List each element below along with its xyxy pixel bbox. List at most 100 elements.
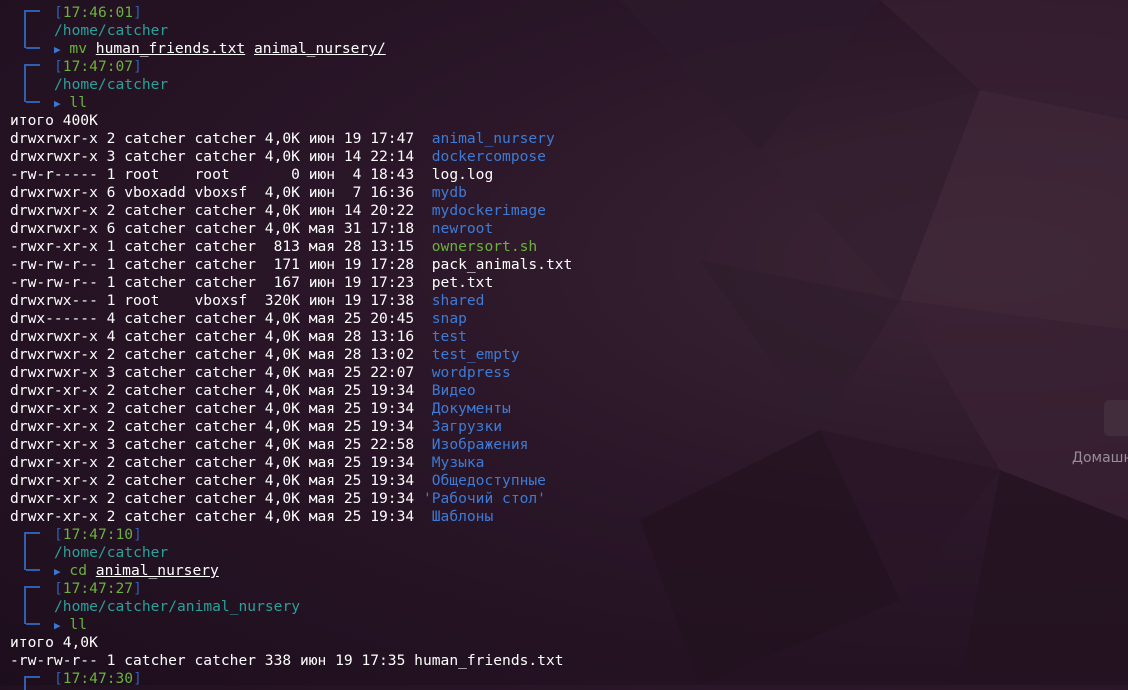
prompt-arrow-icon: ▶: [54, 619, 61, 632]
listing-row: -rwxr-xr-x 1 catcher catcher 813 мая 28 …: [10, 238, 1128, 256]
listing-row: drwxrwx--- 1 root vboxsf 320K июн 19 17:…: [10, 292, 1128, 310]
listing-row: drwxr-xr-x 2 catcher catcher 4,0K мая 25…: [10, 490, 1128, 508]
command: ll: [69, 616, 87, 633]
file-meta: -rw-rw-r-- 1 catcher catcher 338 июн 19 …: [10, 652, 415, 669]
directory-name: snap: [431, 310, 467, 327]
file-meta: drwxr-xr-x 3 catcher catcher 4,0K мая 25…: [10, 436, 432, 453]
directory-listing: -rw-rw-r-- 1 catcher catcher 338 июн 19 …: [10, 652, 1128, 670]
directory-name: test_empty: [431, 346, 520, 363]
command-arg: animal_nursery: [95, 562, 219, 579]
prompt-time: 17:47:07: [62, 58, 134, 75]
directory-name: animal_nursery: [431, 130, 555, 147]
prompt-time-line: [17:47:10]: [10, 526, 1128, 546]
prompt-path-line: /home/catcher: [10, 22, 1128, 40]
directory-name: Изображения: [431, 436, 529, 453]
prompt-arrow-icon: ▶: [54, 43, 61, 56]
file-meta: drwxr-xr-x 2 catcher catcher 4,0K мая 25…: [10, 382, 432, 399]
listing-row: drwxr-xr-x 2 catcher catcher 4,0K мая 25…: [10, 400, 1128, 418]
directory-name: newroot: [431, 220, 494, 237]
command: cd: [69, 562, 87, 579]
directory-name: test: [431, 328, 467, 345]
file-name: log.log: [431, 166, 494, 183]
file-meta: drwxrwx--- 1 root vboxsf 320K июн 19 17:…: [10, 292, 432, 309]
command: mv: [69, 40, 87, 57]
file-meta: drwxr-xr-x 2 catcher catcher 4,0K мая 25…: [10, 454, 432, 471]
file-meta: drwxr-xr-x 2 catcher catcher 4,0K мая 25…: [10, 472, 432, 489]
listing-row: -rw-rw-r-- 1 catcher catcher 338 июн 19 …: [10, 652, 1128, 670]
prompt-time: 17:47:27: [62, 580, 134, 597]
file-meta: drwxr-xr-x 2 catcher catcher 4,0K мая 25…: [10, 508, 432, 525]
prompt-path: /home/catcher: [54, 76, 169, 93]
prompt-time: 17:46:01: [62, 4, 134, 21]
file-meta: -rw-rw-r-- 1 catcher catcher 171 июн 19 …: [10, 256, 432, 273]
terminal-output[interactable]: [17:46:01] /home/catcher ▶ mv human_frie…: [10, 4, 1128, 690]
file-meta: drwxr-xr-x 2 catcher catcher 4,0K мая 25…: [10, 400, 432, 417]
prompt-time-line: [17:47:30]: [10, 670, 1128, 690]
file-meta: drwxrwxr-x 3 catcher catcher 4,0K мая 25…: [10, 364, 432, 381]
listing-row: -rw-rw-r-- 1 catcher catcher 171 июн 19 …: [10, 256, 1128, 274]
prompt-command-line: ▶ cd animal_nursery: [10, 562, 1128, 580]
file-meta: -rwxr-xr-x 1 catcher catcher 813 мая 28 …: [10, 238, 432, 255]
listing-row: drwxr-xr-x 2 catcher catcher 4,0K мая 25…: [10, 508, 1128, 526]
listing-row: drwxr-xr-x 2 catcher catcher 4,0K мая 25…: [10, 382, 1128, 400]
file-meta: -rw-rw-r-- 1 catcher catcher 167 июн 19 …: [10, 274, 432, 291]
listing-row: drwxrwxr-x 3 catcher catcher 4,0K июн 14…: [10, 148, 1128, 166]
listing-total: итого 400K: [10, 112, 98, 129]
file-meta: drwxr-xr-x 2 catcher catcher 4,0K мая 25…: [10, 418, 432, 435]
file-meta: drwxr-xr-x 2 catcher catcher 4,0K мая 25…: [10, 490, 423, 507]
prompt-path-line: /home/catcher: [10, 544, 1128, 562]
file-name: pet.txt: [431, 274, 494, 291]
listing-row: drwxr-xr-x 2 catcher catcher 4,0K мая 25…: [10, 454, 1128, 472]
file-meta: drwxrwxr-x 6 catcher catcher 4,0K мая 31…: [10, 220, 432, 237]
prompt-path-line: /home/catcher/animal_nursery: [10, 598, 1128, 616]
executable-name: ownersort.sh: [431, 238, 538, 255]
file-meta: drwxrwxr-x 2 catcher catcher 4,0K мая 28…: [10, 346, 432, 363]
directory-name: wordpress: [431, 364, 511, 381]
prompt-time-line: [17:46:01]: [10, 4, 1128, 24]
prompt-path: /home/catcher: [54, 22, 169, 39]
prompt-time: 17:47:10: [62, 526, 134, 543]
prompt-path: /home/catcher/animal_nursery: [54, 598, 301, 615]
listing-row: drwx------ 4 catcher catcher 4,0K мая 25…: [10, 310, 1128, 328]
file-meta: drwx------ 4 catcher catcher 4,0K мая 25…: [10, 310, 432, 327]
prompt-path: /home/catcher: [54, 544, 169, 561]
directory-name: Видео: [431, 382, 476, 399]
command-arg: animal_nursery/: [253, 40, 386, 57]
prompt-time: 17:47:30: [62, 670, 134, 687]
directory-name: Общедоступные: [431, 472, 546, 489]
file-meta: drwxrwxr-x 6 vboxadd vboxsf 4,0K июн 7 1…: [10, 184, 432, 201]
command: ll: [69, 94, 87, 111]
file-name: human_friends.txt: [414, 652, 564, 669]
listing-row: drwxrwxr-x 2 catcher catcher 4,0K июн 14…: [10, 202, 1128, 220]
prompt-path-line: /home/catcher: [10, 76, 1128, 94]
directory-name: 'Рабочий стол': [422, 490, 546, 507]
prompt-arrow-icon: ▶: [54, 565, 61, 578]
prompt-arrow-icon: ▶: [54, 97, 61, 110]
listing-row: drwxrwxr-x 4 catcher catcher 4,0K мая 28…: [10, 328, 1128, 346]
directory-name: mydb: [431, 184, 467, 201]
command-arg: human_friends.txt: [95, 40, 246, 57]
listing-total: итого 4,0K: [10, 634, 98, 651]
listing-row: drwxrwxr-x 2 catcher catcher 4,0K июн 19…: [10, 130, 1128, 148]
directory-name: Загрузки: [431, 418, 503, 435]
directory-name: Документы: [431, 400, 511, 417]
listing-row: drwxrwxr-x 6 catcher catcher 4,0K мая 31…: [10, 220, 1128, 238]
prompt-time-line: [17:47:27]: [10, 580, 1128, 600]
prompt-time-line: [17:47:07]: [10, 58, 1128, 78]
file-meta: drwxrwxr-x 2 catcher catcher 4,0K июн 19…: [10, 130, 432, 147]
directory-name: Музыка: [431, 454, 485, 471]
listing-row: -rw-r----- 1 root root 0 июн 4 18:43 log…: [10, 166, 1128, 184]
listing-row: -rw-rw-r-- 1 catcher catcher 167 июн 19 …: [10, 274, 1128, 292]
listing-row: drwxr-xr-x 2 catcher catcher 4,0K мая 25…: [10, 418, 1128, 436]
prompt-command-line: ▶ mv human_friends.txt animal_nursery/: [10, 40, 1128, 58]
directory-name: Шаблоны: [431, 508, 494, 525]
file-meta: drwxrwxr-x 4 catcher catcher 4,0K мая 28…: [10, 328, 432, 345]
directory-name: dockercompose: [431, 148, 546, 165]
directory-name: mydockerimage: [431, 202, 546, 219]
directory-name: shared: [431, 292, 485, 309]
prompt-command-line: ▶ ll: [10, 616, 1128, 634]
listing-row: drwxr-xr-x 2 catcher catcher 4,0K мая 25…: [10, 472, 1128, 490]
file-meta: drwxrwxr-x 3 catcher catcher 4,0K июн 14…: [10, 148, 432, 165]
file-meta: -rw-r----- 1 root root 0 июн 4 18:43: [10, 166, 432, 183]
listing-row: drwxrwxr-x 6 vboxadd vboxsf 4,0K июн 7 1…: [10, 184, 1128, 202]
